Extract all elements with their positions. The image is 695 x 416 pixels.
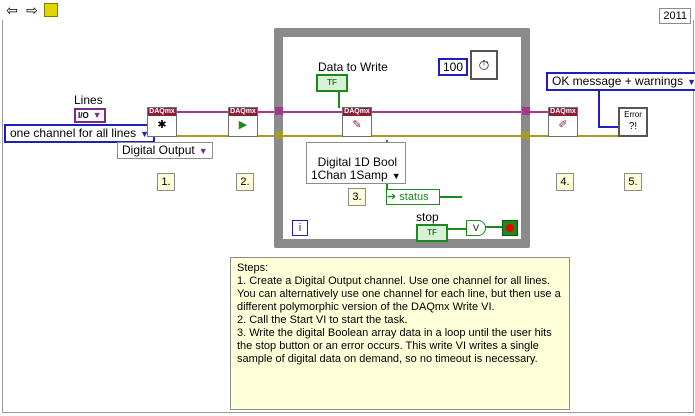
dropdown-arrow-icon: ▼ [391,171,401,181]
data-to-write-label: Data to Write [318,60,388,74]
write-polymorphic-selector[interactable]: Digital 1D Bool 1Chan 1Samp ▼ [306,142,406,184]
tunnel-task-out [522,107,530,115]
back-arrow-icon[interactable]: ⇦ [4,2,20,18]
toolbar: ⇦ ⇨ 2011 [0,0,695,24]
steps-note: Steps: 1. Create a Digital Output channe… [230,257,570,410]
stop-button-terminal[interactable]: TF [416,224,448,242]
stop-label: stop [416,210,439,224]
error-wire-5 [578,135,618,137]
error-label: Error [624,110,642,119]
note-line-2: 2. Call the Start VI to start the task. [237,314,408,326]
dropdown-arrow-icon: ▼ [198,146,208,156]
metronome-icon: ⏱ [478,57,490,73]
task-wire-2 [176,111,228,113]
status-arrow-icon: ➔ [387,191,397,203]
channel-mode-value: one channel for all lines [10,126,137,140]
or-function[interactable]: V [466,220,486,236]
tunnel-error-out [522,131,530,139]
digital-output-ring[interactable]: Digital Output ▼ [117,142,213,159]
status-label: status [399,191,429,203]
step-label-3: 3. [348,188,366,206]
channel-mode-ring[interactable]: one channel for all lines ▼ [4,124,156,143]
vi-header: DAQmx [229,108,257,116]
message-wire-h [598,126,620,128]
lines-io-constant[interactable]: I/O ▼ [74,108,106,123]
note-line-3: 3. Write the digital Boolean array data … [237,327,552,365]
digital-output-value: Digital Output [122,143,195,157]
daqmx-write-vi[interactable]: DAQmx ✎ [342,107,372,137]
lines-label: Lines [74,93,103,107]
vi-header: DAQmx [343,108,371,116]
wait-ms-vi[interactable]: ⏱ [470,50,498,80]
tunnel-task-in [275,107,283,115]
message-mode-ring[interactable]: OK message + warnings ▼ [546,72,695,91]
note-title: Steps: [237,262,269,274]
loop-condition-terminal[interactable] [502,220,518,236]
dropdown-arrow-icon: ▼ [687,77,695,87]
step-label-1: 1. [157,173,175,191]
step-label-4: 4. [556,173,574,191]
dropdown-arrow-icon: ▼ [92,110,102,120]
note-line-1: 1. Create a Digital Output channel. Use … [237,275,561,313]
question-icon: ?! [628,121,638,132]
tunnel-error-in [275,131,283,139]
stop-dot-icon [506,224,514,232]
run-arrow-icon[interactable] [44,3,58,17]
iteration-terminal: i [292,220,308,236]
clear-eraser-icon: ✐ [558,119,568,131]
simple-error-handler-vi[interactable]: Error ?! [618,107,648,137]
daqmx-create-channel-vi[interactable]: DAQmx ✱ [147,107,177,137]
daqmx-clear-task-vi[interactable]: DAQmx ✐ [548,107,578,137]
vi-header: DAQmx [549,108,577,116]
wait-ms-constant[interactable]: 100 [438,58,469,76]
error-wire-2 [176,135,228,137]
step-label-2: 2. [236,173,254,191]
message-wire [598,88,600,128]
forward-arrow-icon[interactable]: ⇨ [24,2,40,18]
daqmx-start-task-vi[interactable]: DAQmx ▶ [228,107,258,137]
write-selector-value: Digital 1D Bool 1Chan 1Samp [311,155,398,182]
status-unbundle[interactable]: ➔ status [386,189,440,205]
create-channel-icon: ✱ [157,119,167,131]
write-pencil-icon: ✎ [352,119,362,131]
play-icon: ▶ [238,119,248,131]
io-label: I/O [78,111,89,120]
vi-header: DAQmx [148,108,176,116]
step-label-5: 5. [624,173,642,191]
message-mode-value: OK message + warnings [552,74,684,88]
data-to-write-control[interactable]: TF [316,74,348,92]
